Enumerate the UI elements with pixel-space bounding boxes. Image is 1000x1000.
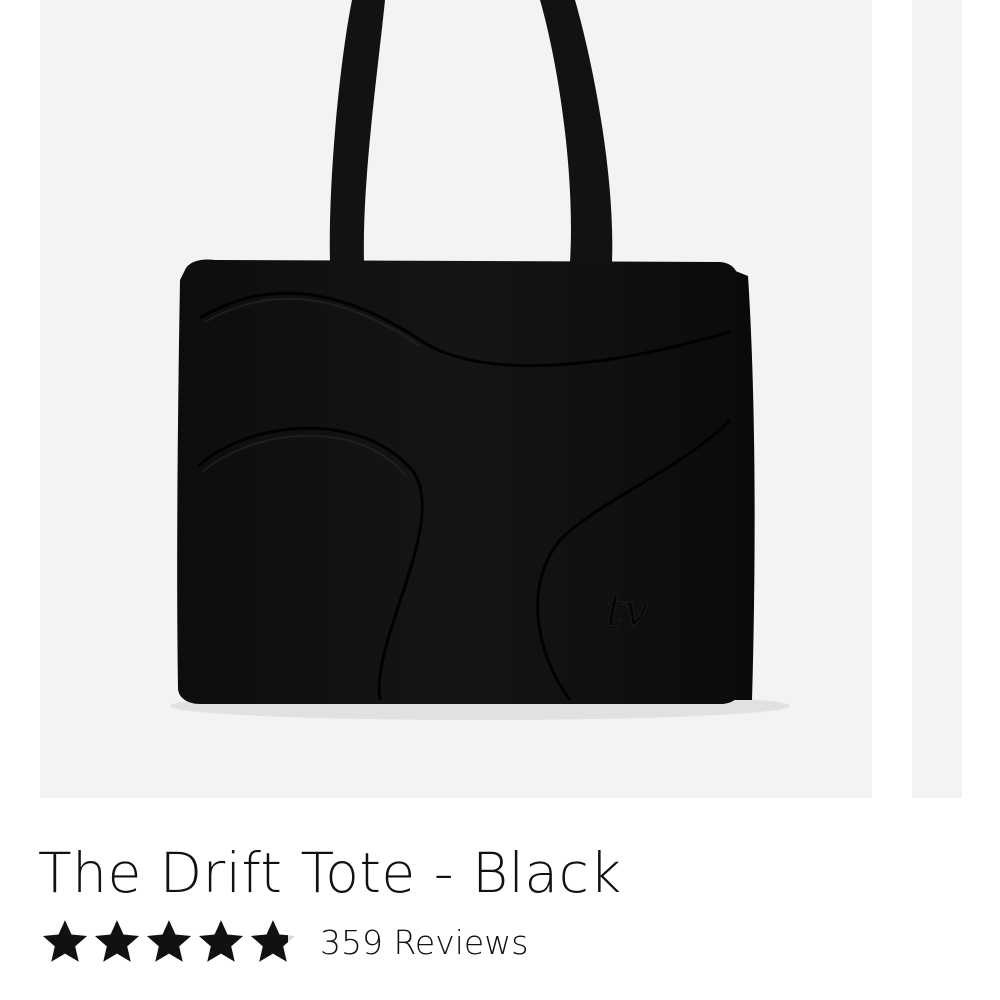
- tote-bag-illustration: tv: [170, 0, 790, 720]
- star-rating: [40, 917, 298, 967]
- star-icon: [144, 917, 194, 967]
- star-icon: [40, 917, 90, 967]
- next-product-image-peek[interactable]: [912, 0, 962, 798]
- star-icon: [92, 917, 142, 967]
- product-title: The Drift Tote - Black: [38, 841, 622, 905]
- product-page: tv The Drift Tote - Black 359 Reviews: [0, 0, 1000, 1000]
- star-icon: [196, 917, 246, 967]
- rating-row[interactable]: 359 Reviews: [40, 912, 528, 972]
- reviews-link[interactable]: 359 Reviews: [320, 923, 528, 962]
- star-partial-icon: [248, 917, 298, 967]
- brand-logo: tv: [606, 585, 649, 636]
- product-image[interactable]: tv: [40, 0, 872, 798]
